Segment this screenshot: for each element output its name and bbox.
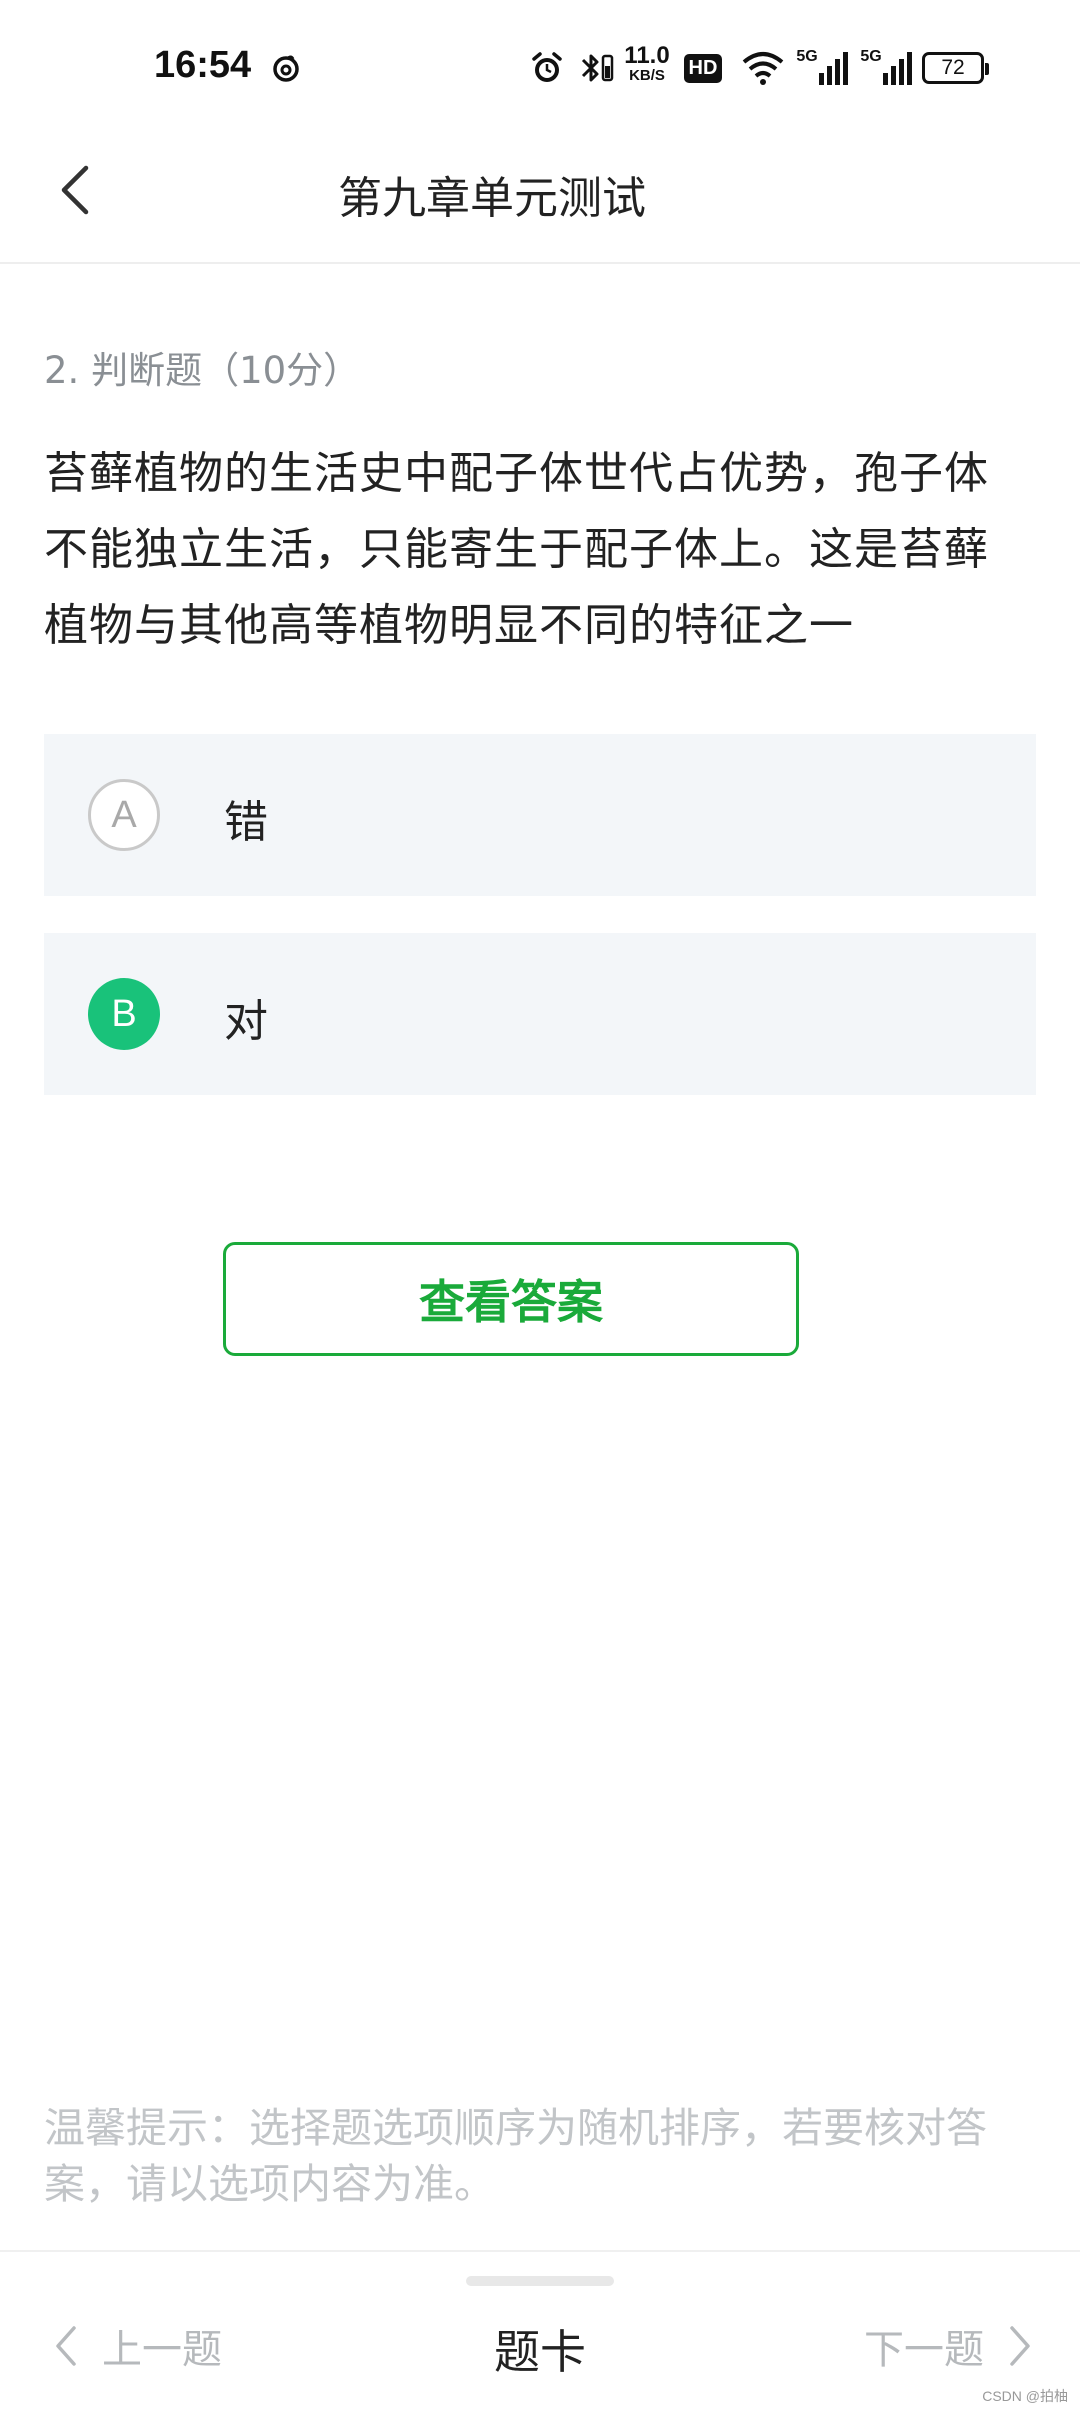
hd-icon: HD xyxy=(682,46,724,90)
option-b-letter: B xyxy=(88,978,160,1050)
view-answer-button[interactable]: 查看答案 xyxy=(223,1242,799,1356)
status-bar: 16:54 11.0 KB/S HD 5G 5G 72 xyxy=(0,0,1080,120)
drag-handle[interactable] xyxy=(466,2276,614,2286)
page-title: 第九章单元测试 xyxy=(338,173,646,224)
option-b[interactable]: B 对 xyxy=(44,933,1036,1095)
question-meta: 2. 判断题（10分） xyxy=(44,349,361,392)
next-question-button[interactable]: 下一题 xyxy=(864,2316,1034,2376)
signal-5g-icon: 5G xyxy=(796,46,848,90)
next-question-label: 下一题 xyxy=(864,2327,984,2373)
option-a[interactable]: A 错 xyxy=(44,734,1036,896)
tip-text: 温馨提示：选择题选项顺序为随机排序，若要核对答案，请以选项内容为准。 xyxy=(44,2104,987,2208)
network-speed: 11.0 KB/S xyxy=(624,42,670,84)
app-header: 第九章单元测试 xyxy=(0,120,1080,264)
battery-icon: 72 xyxy=(922,52,989,84)
question-card-label: 题卡 xyxy=(494,2325,586,2379)
status-time: 16:54 xyxy=(154,44,252,86)
signal-5g-icon: 5G xyxy=(860,46,912,90)
wifi-icon xyxy=(740,46,786,90)
bluetooth-icon xyxy=(576,46,616,90)
alarm-icon xyxy=(528,46,566,90)
question-stem: 苔藓植物的生活史中配子体世代占优势，孢子体不能独立生活，只能寄生于配子体上。这是… xyxy=(44,448,989,651)
bottom-nav: 上一题 题卡 下一题 CSDN @拍柚 xyxy=(0,2250,1080,2412)
netease-music-icon xyxy=(268,46,304,90)
option-a-text: 错 xyxy=(224,797,268,848)
watermark: CSDN @拍柚 xyxy=(982,2388,1068,2404)
chevron-right-icon xyxy=(1010,2326,1030,2366)
option-a-letter: A xyxy=(88,779,160,851)
option-b-text: 对 xyxy=(224,996,268,1047)
